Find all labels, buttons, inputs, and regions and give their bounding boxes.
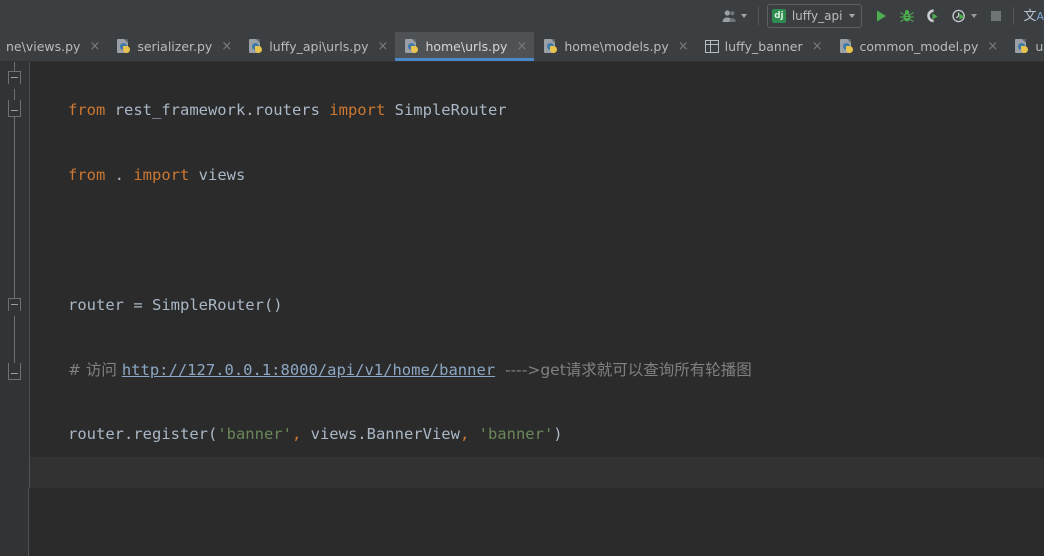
comment-url-link[interactable]: http://127.0.0.1:8000/api/v1/home/banner bbox=[122, 361, 495, 379]
tab-label: ne\views.py bbox=[6, 39, 81, 54]
token-comma: , bbox=[291, 425, 302, 444]
tab-label: common_model.py bbox=[859, 39, 979, 54]
editor-gutter-bottom bbox=[0, 488, 29, 556]
code-editor[interactable]: from rest_framework.routers import Simpl… bbox=[0, 62, 1044, 556]
run-triangle-icon bbox=[877, 10, 887, 22]
main-toolbar: dj luffy_api 文 A bbox=[0, 0, 1044, 32]
token-comma: , bbox=[459, 425, 470, 444]
pycharm-window: dj luffy_api 文 A ne\views.py × serialize… bbox=[0, 0, 1044, 556]
token-comment: # 访问 bbox=[68, 360, 122, 379]
tab-label: user\models.py bbox=[1035, 39, 1044, 54]
editor-tab-home-models[interactable]: home\models.py × bbox=[534, 32, 695, 61]
toolbar-separator-1 bbox=[757, 7, 759, 25]
database-table-icon bbox=[704, 40, 719, 53]
editor-tab-bar: ne\views.py × serializer.py × luffy_api\… bbox=[0, 32, 1044, 62]
code-line-5: # 访问 http://127.0.0.1:8000/api/v1/home/b… bbox=[68, 354, 752, 386]
token-attr: views.BannerView bbox=[301, 425, 460, 444]
code-lines: from rest_framework.routers import Simpl… bbox=[68, 62, 752, 556]
code-text-area[interactable]: from rest_framework.routers import Simpl… bbox=[30, 62, 1044, 556]
token-keyword: import bbox=[329, 101, 386, 120]
token-name: views bbox=[189, 166, 246, 185]
translate-cn-glyph: 文 bbox=[1023, 8, 1037, 24]
run-configuration-label: luffy_api bbox=[791, 9, 843, 23]
python-file-icon bbox=[543, 39, 558, 54]
python-file-icon bbox=[839, 39, 854, 54]
fold-marker-import-start[interactable] bbox=[8, 71, 21, 84]
token-statement: router = SimpleRouter() bbox=[68, 295, 283, 314]
run-configuration-selector[interactable]: dj luffy_api bbox=[766, 4, 863, 28]
python-file-icon bbox=[404, 39, 419, 54]
editor-tab-serializer[interactable]: serializer.py × bbox=[107, 32, 239, 61]
token-class: SimpleRouter bbox=[385, 101, 507, 120]
chevron-down-icon bbox=[971, 14, 978, 18]
editor-tab-home-urls[interactable]: home\urls.py × bbox=[395, 32, 535, 61]
close-icon[interactable]: × bbox=[89, 40, 100, 53]
fold-marker-urlpatterns-end[interactable] bbox=[8, 363, 21, 380]
code-line-2: from . import views bbox=[68, 159, 752, 191]
run-button[interactable] bbox=[870, 4, 892, 28]
fold-connector-line bbox=[14, 122, 15, 379]
debug-button[interactable] bbox=[896, 4, 918, 28]
profile-clock-icon bbox=[952, 9, 966, 23]
token-keyword: from bbox=[68, 101, 106, 120]
close-icon[interactable]: × bbox=[678, 40, 689, 53]
fold-marker-urlpatterns-start[interactable] bbox=[8, 298, 21, 311]
profile-button[interactable] bbox=[948, 4, 980, 28]
token-module: rest_framework.routers bbox=[105, 101, 330, 120]
editor-tab-common-model[interactable]: common_model.py × bbox=[830, 32, 1006, 61]
run-with-coverage-button[interactable] bbox=[922, 4, 944, 28]
bug-icon bbox=[900, 10, 915, 22]
editor-tab-luffy-banner[interactable]: luffy_banner × bbox=[696, 32, 830, 61]
stop-square-icon bbox=[991, 11, 1002, 21]
code-line-6: router.register('banner', views.BannerVi… bbox=[68, 418, 752, 450]
token-keyword: from bbox=[68, 166, 106, 185]
stop-button[interactable] bbox=[985, 4, 1007, 28]
chevron-down-icon bbox=[849, 14, 856, 18]
close-icon[interactable]: × bbox=[516, 40, 527, 53]
python-file-icon bbox=[1014, 39, 1029, 54]
toolbar-separator-2 bbox=[1013, 7, 1015, 25]
tab-label: home\urls.py bbox=[425, 39, 508, 54]
tab-label: home\models.py bbox=[564, 39, 669, 54]
token-string: 'banner' bbox=[478, 425, 554, 444]
translate-en-glyph: A bbox=[1036, 9, 1044, 23]
close-icon[interactable]: × bbox=[378, 40, 389, 53]
editor-tab-user-models[interactable]: user\models.py × bbox=[1005, 32, 1044, 61]
token-paren: ) bbox=[553, 425, 563, 444]
chevron-down-icon bbox=[740, 14, 747, 18]
translate-button[interactable]: 文A bbox=[1020, 4, 1044, 28]
code-line-4: router = SimpleRouter() bbox=[68, 289, 752, 321]
django-icon: dj bbox=[771, 9, 786, 23]
editor-tab-home-views[interactable]: ne\views.py × bbox=[0, 32, 107, 61]
tab-label: serializer.py bbox=[137, 39, 213, 54]
editor-tab-luffy-api-urls[interactable]: luffy_api\urls.py × bbox=[239, 32, 395, 61]
tab-label: luffy_api\urls.py bbox=[269, 39, 369, 54]
token-module: . bbox=[105, 166, 134, 185]
python-file-icon bbox=[116, 39, 131, 54]
user-group-button[interactable] bbox=[718, 4, 750, 28]
python-file-icon bbox=[248, 39, 263, 54]
close-icon[interactable]: × bbox=[987, 40, 998, 53]
editor-gutter[interactable] bbox=[0, 62, 30, 556]
token-string: 'banner' bbox=[217, 425, 292, 444]
token-comment: ---->get请求就可以查询所有轮播图 bbox=[495, 360, 752, 379]
fold-marker-import-end[interactable] bbox=[8, 100, 21, 117]
user-group-icon bbox=[722, 10, 736, 22]
translate-icon: 文A bbox=[1023, 10, 1044, 23]
tab-label: luffy_banner bbox=[724, 39, 803, 54]
token-keyword: import bbox=[133, 166, 190, 185]
close-icon[interactable]: × bbox=[221, 40, 232, 53]
code-line-1: from rest_framework.routers import Simpl… bbox=[68, 94, 752, 126]
token-call: router.register( bbox=[68, 425, 218, 444]
close-icon[interactable]: × bbox=[812, 40, 823, 53]
run-with-coverage-icon bbox=[927, 9, 939, 23]
editor-empty-area[interactable] bbox=[0, 488, 1044, 556]
